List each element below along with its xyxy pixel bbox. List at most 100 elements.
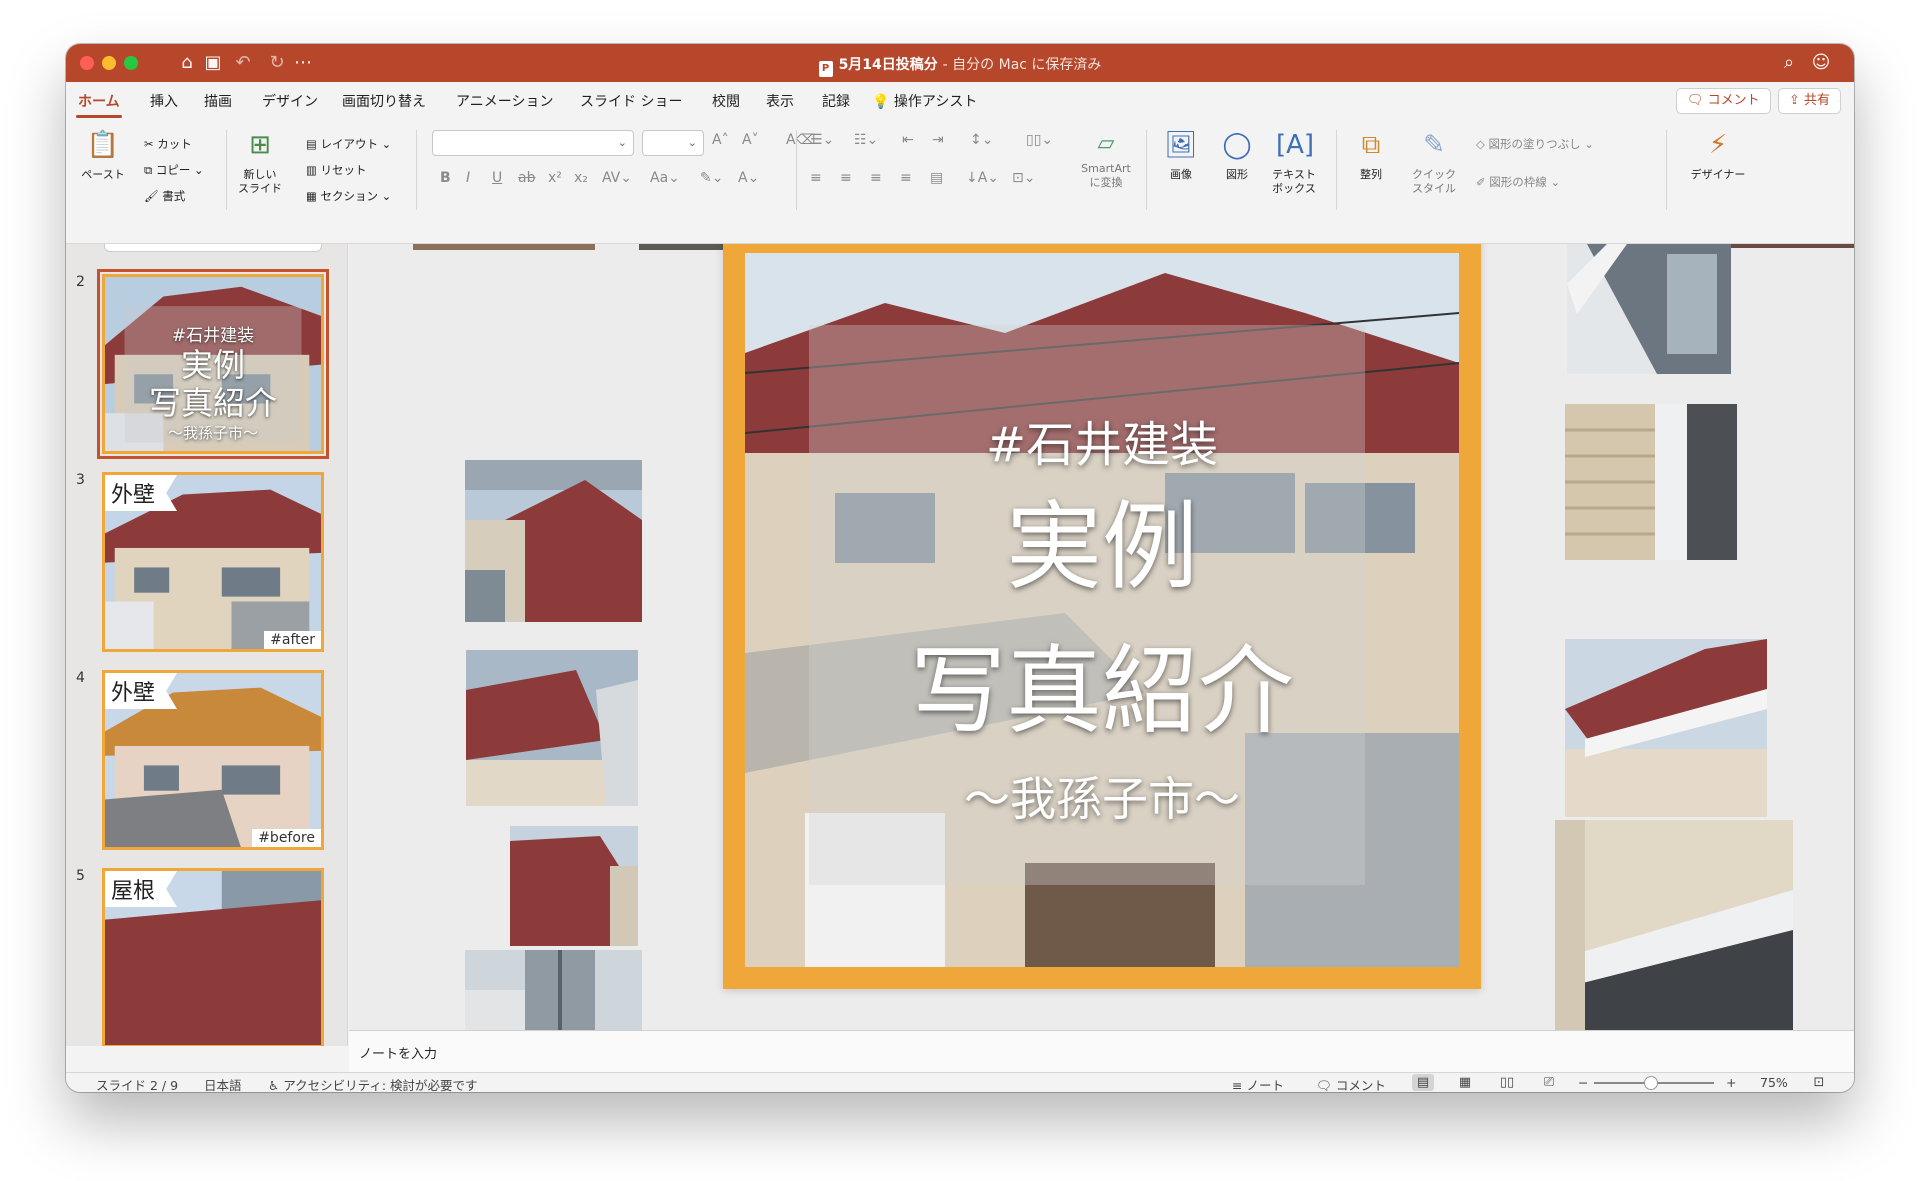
offslide-photo-roof-eave[interactable]	[1565, 639, 1767, 817]
offslide-photo-window-sill[interactable]	[1567, 244, 1731, 374]
decrease-indent-icon[interactable]: ⇤	[902, 132, 914, 148]
current-slide[interactable]: #石井建装 実例 写真紹介 〜我孫子市〜	[723, 244, 1481, 989]
tab-insert[interactable]: 挿入	[150, 91, 178, 111]
new-slide-button[interactable]: ⊞ 新しい スライド	[234, 128, 286, 196]
smartart-icon: ▱	[1097, 131, 1115, 156]
cut-button[interactable]: ✂ カット	[144, 136, 192, 152]
offslide-photo-roof-3[interactable]	[510, 826, 638, 946]
decrease-font-icon[interactable]: A˅	[742, 132, 759, 148]
char-spacing-icon[interactable]: AV⌄	[602, 170, 632, 186]
slideshow-view-icon[interactable]: ⎚	[1538, 1074, 1560, 1091]
slide-thumbnail-3[interactable]: 外壁 #after	[102, 472, 324, 652]
layout-icon: ▤	[306, 137, 317, 151]
reading-view-icon[interactable]: ▯▯	[1496, 1074, 1518, 1091]
increase-indent-icon[interactable]: ⇥	[932, 132, 944, 148]
picture-label: 画像	[1170, 168, 1192, 181]
shape-fill-button[interactable]: ◇ 図形の塗りつぶし ⌄	[1476, 136, 1594, 152]
align-center-icon[interactable]: ≡	[840, 170, 852, 186]
language-indicator[interactable]: 日本語	[204, 1075, 242, 1092]
columns-icon[interactable]: ▯▯⌄	[1026, 132, 1053, 148]
numbering-icon[interactable]: ☷⌄	[854, 132, 878, 148]
superscript-icon[interactable]: x²	[548, 170, 562, 186]
tab-design[interactable]: デザイン	[262, 91, 318, 111]
font-name-dropdown[interactable]: ⌄	[432, 130, 634, 156]
line-spacing-icon[interactable]: ↕⌄	[970, 132, 993, 148]
align-text-icon[interactable]: ⊡⌄	[1012, 170, 1035, 186]
reset-button[interactable]: ▥ リセット	[306, 162, 367, 178]
shapes-button[interactable]: ◯ 図形	[1212, 128, 1262, 182]
accessibility-status[interactable]: ♿ アクセシビリティ: 検討が必要です	[268, 1075, 478, 1092]
tab-draw[interactable]: 描画	[204, 91, 232, 111]
copy-button[interactable]: ⧉ コピー ⌄	[144, 162, 204, 178]
tab-animations[interactable]: アニメーション	[456, 91, 553, 111]
normal-view-icon[interactable]: ▤	[1412, 1074, 1434, 1091]
tab-transitions[interactable]: 画面切り替え	[342, 91, 426, 111]
tab-tell-me[interactable]: 💡 操作アシスト	[872, 91, 977, 111]
underline-icon[interactable]: U	[492, 170, 502, 186]
offslide-photo-gutter[interactable]	[1555, 820, 1793, 1030]
document-title[interactable]: P 5月14日投稿分 - 自分の Mac に保存済み	[66, 54, 1854, 77]
tab-view[interactable]: 表示	[766, 91, 794, 111]
offslide-photo[interactable]	[413, 244, 595, 250]
fit-to-window-icon[interactable]: ⊡	[1808, 1074, 1830, 1091]
offslide-photo-wall-siding[interactable]	[1565, 404, 1737, 560]
text-direction-icon[interactable]: ↓A⌄	[966, 170, 999, 186]
textbox-button[interactable]: [A] テキスト ボックス	[1266, 128, 1322, 196]
tab-slideshow[interactable]: スライド ショー	[580, 91, 682, 111]
slide-thumbnail-5[interactable]: 屋根	[102, 868, 324, 1046]
highlight-icon[interactable]: ✎⌄	[700, 170, 723, 186]
zoom-in-button[interactable]: +	[1726, 1075, 1736, 1090]
offslide-photo-roof-1[interactable]	[465, 460, 642, 622]
offslide-photo-roof-2[interactable]	[466, 650, 638, 806]
tab-home[interactable]: ホーム	[76, 91, 122, 118]
change-case-icon[interactable]: Aa⌄	[650, 170, 680, 186]
justify-icon[interactable]: ≡	[900, 170, 912, 186]
comments-toggle-button[interactable]: 🗨 コメント	[1316, 1075, 1386, 1092]
chevron-down-icon: ⌄	[617, 136, 627, 149]
convert-smartart-button[interactable]: ▱ SmartArt に変換	[1076, 132, 1136, 190]
slide-sorter-icon[interactable]: ▦	[1454, 1074, 1476, 1091]
zoom-out-button[interactable]: −	[1578, 1075, 1588, 1090]
paste-button[interactable]: 📋 ペースト	[78, 128, 128, 182]
subscript-icon[interactable]: x₂	[574, 170, 588, 186]
slide-thumbnail-2[interactable]: #石井建装 実例 写真紹介 〜我孫子市〜	[97, 269, 329, 459]
powerpoint-window: ⌂ ▣ ↶ ↻ ⋯ P 5月14日投稿分 - 自分の Mac に保存済み ⌕ ☺ …	[66, 44, 1854, 1092]
bold-icon[interactable]: B	[440, 170, 451, 186]
align-right-icon[interactable]: ≡	[870, 170, 882, 186]
designer-button[interactable]: ⚡ デザイナー	[1686, 128, 1750, 182]
tell-me-label: 操作アシスト	[893, 94, 978, 110]
bullets-icon[interactable]: ☰⌄	[810, 132, 834, 148]
search-icon[interactable]: ⌕	[1778, 52, 1800, 74]
quick-styles-button[interactable]: ✎ クイック スタイル	[1406, 128, 1462, 196]
slide-thumbnail-pane[interactable]: 2 #石井建装 実例 写真紹介 〜我孫子市〜 3 外壁 #after 4 外壁 …	[66, 244, 348, 1046]
slide-thumbnail-4[interactable]: 外壁 #before	[102, 670, 324, 850]
offslide-photo[interactable]	[1714, 244, 1854, 248]
picture-button[interactable]: 🖼 画像	[1156, 128, 1206, 182]
slide-editor-canvas[interactable]: #石井建装 実例 写真紹介 〜我孫子市〜	[349, 244, 1854, 1030]
offslide-photo-window[interactable]	[465, 950, 642, 1030]
format-painter-button[interactable]: 🖌 書式	[144, 188, 185, 204]
layout-button[interactable]: ▤ レイアウト ⌄	[306, 136, 391, 152]
font-color-icon[interactable]: A⌄	[738, 170, 759, 186]
strikethrough-icon[interactable]: ab	[518, 170, 535, 186]
increase-font-icon[interactable]: A˄	[712, 132, 729, 148]
slide-1-thumbnail-edge[interactable]	[104, 244, 322, 252]
comments-toggle-label: コメント	[1335, 1078, 1386, 1092]
notes-icon: ≡	[1232, 1078, 1243, 1092]
arrange-button[interactable]: ⧉ 整列	[1346, 128, 1396, 182]
italic-icon[interactable]: I	[466, 170, 470, 186]
comment-button[interactable]: 🗨 コメント	[1676, 88, 1771, 114]
tab-record[interactable]: 記録	[822, 91, 850, 111]
align-left-icon[interactable]: ≡	[810, 170, 822, 186]
notes-toggle-button[interactable]: ≡ ノート	[1232, 1075, 1284, 1092]
notes-pane[interactable]: ノートを入力	[349, 1030, 1854, 1072]
shape-outline-button[interactable]: ✐ 図形の枠線 ⌄	[1476, 174, 1560, 190]
distributed-icon[interactable]: ▤	[930, 170, 943, 186]
tab-review[interactable]: 校閲	[712, 91, 740, 111]
zoom-slider-knob[interactable]	[1644, 1076, 1658, 1090]
font-size-dropdown[interactable]: ⌄	[642, 130, 704, 156]
zoom-level[interactable]: 75%	[1760, 1075, 1788, 1090]
share-button[interactable]: ⇪ 共有	[1778, 88, 1842, 114]
account-icon[interactable]: ☺	[1810, 52, 1832, 74]
section-button[interactable]: ▦ セクション ⌄	[306, 188, 391, 204]
